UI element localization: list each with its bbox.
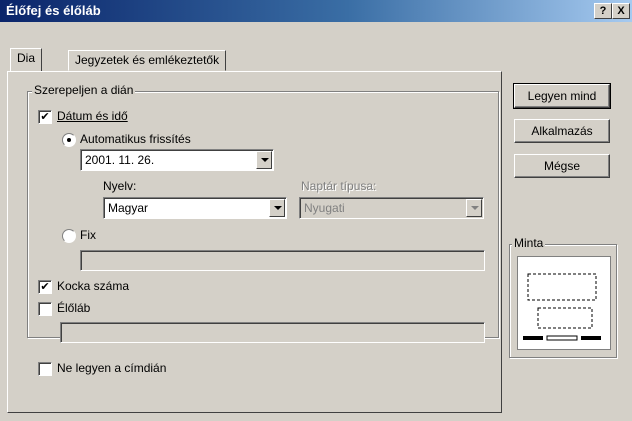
footer-area bbox=[546, 335, 578, 341]
include-group-label: Szerepeljen a dián bbox=[32, 83, 136, 97]
tab-notes-label: Jegyzetek és emlékeztetők bbox=[75, 53, 220, 67]
no-title-slide-checkbox[interactable] bbox=[38, 362, 52, 376]
chevron-down-icon bbox=[261, 158, 269, 162]
fixed-radio[interactable] bbox=[62, 229, 76, 243]
language-value: Magyar bbox=[108, 201, 149, 215]
slide-number-label[interactable]: Kocka száma bbox=[57, 279, 129, 293]
preview-thumbnail bbox=[517, 256, 611, 350]
language-select[interactable]: Magyar bbox=[103, 197, 287, 219]
auto-update-radio[interactable] bbox=[62, 133, 76, 147]
help-button[interactable]: ? bbox=[594, 3, 612, 19]
footer-checkbox[interactable] bbox=[38, 302, 52, 316]
calendar-select: Nyugati bbox=[299, 197, 484, 219]
calendar-value: Nyugati bbox=[304, 201, 345, 215]
date-time-checkbox[interactable]: ✔ bbox=[38, 110, 52, 124]
auto-update-label[interactable]: Automatikus frissítés bbox=[80, 132, 191, 146]
preview-label: Minta bbox=[512, 236, 546, 250]
slide-number-checkbox[interactable]: ✔ bbox=[38, 280, 52, 294]
radio-selected-dot bbox=[67, 138, 71, 142]
close-button[interactable]: X bbox=[612, 3, 630, 19]
language-label: Nyelv: bbox=[103, 179, 137, 193]
calendar-label: Naptár típusa: bbox=[301, 179, 377, 193]
slide-preview-graphic bbox=[523, 273, 601, 341]
fixed-label[interactable]: Fix bbox=[80, 228, 96, 242]
calendar-dropdown-button bbox=[466, 199, 482, 217]
chevron-down-icon bbox=[471, 206, 479, 210]
tab-dia[interactable]: Dia bbox=[10, 48, 43, 71]
footer-input[interactable] bbox=[60, 322, 485, 343]
title-placeholder bbox=[527, 273, 597, 301]
tab-notes[interactable]: Jegyzetek és emlékeztetők bbox=[68, 50, 227, 71]
fixed-input[interactable] bbox=[80, 250, 485, 271]
date-format-dropdown-button[interactable] bbox=[256, 151, 272, 169]
footer-label[interactable]: Élőláb bbox=[57, 301, 90, 315]
window-title: Élőfej és élőláb bbox=[6, 3, 101, 18]
body-placeholder bbox=[537, 307, 593, 329]
date-time-label[interactable]: Dátum és idő bbox=[57, 109, 128, 123]
date-format-value: 2001. 11. 26. bbox=[85, 153, 155, 167]
date-area bbox=[523, 336, 543, 340]
title-bar: Élőfej és élőláb ? X bbox=[0, 0, 632, 22]
apply-button[interactable]: Alkalmazás bbox=[514, 119, 610, 143]
apply-all-button[interactable]: Legyen mind bbox=[513, 83, 611, 109]
tab-dia-label: Dia bbox=[17, 51, 36, 65]
cancel-button[interactable]: Mégse bbox=[514, 154, 610, 178]
no-title-slide-label[interactable]: Ne legyen a címdián bbox=[57, 361, 166, 375]
language-dropdown-button[interactable] bbox=[269, 199, 285, 217]
slide-number-area bbox=[581, 336, 601, 340]
date-format-select[interactable]: 2001. 11. 26. bbox=[80, 149, 274, 171]
chevron-down-icon bbox=[274, 206, 282, 210]
